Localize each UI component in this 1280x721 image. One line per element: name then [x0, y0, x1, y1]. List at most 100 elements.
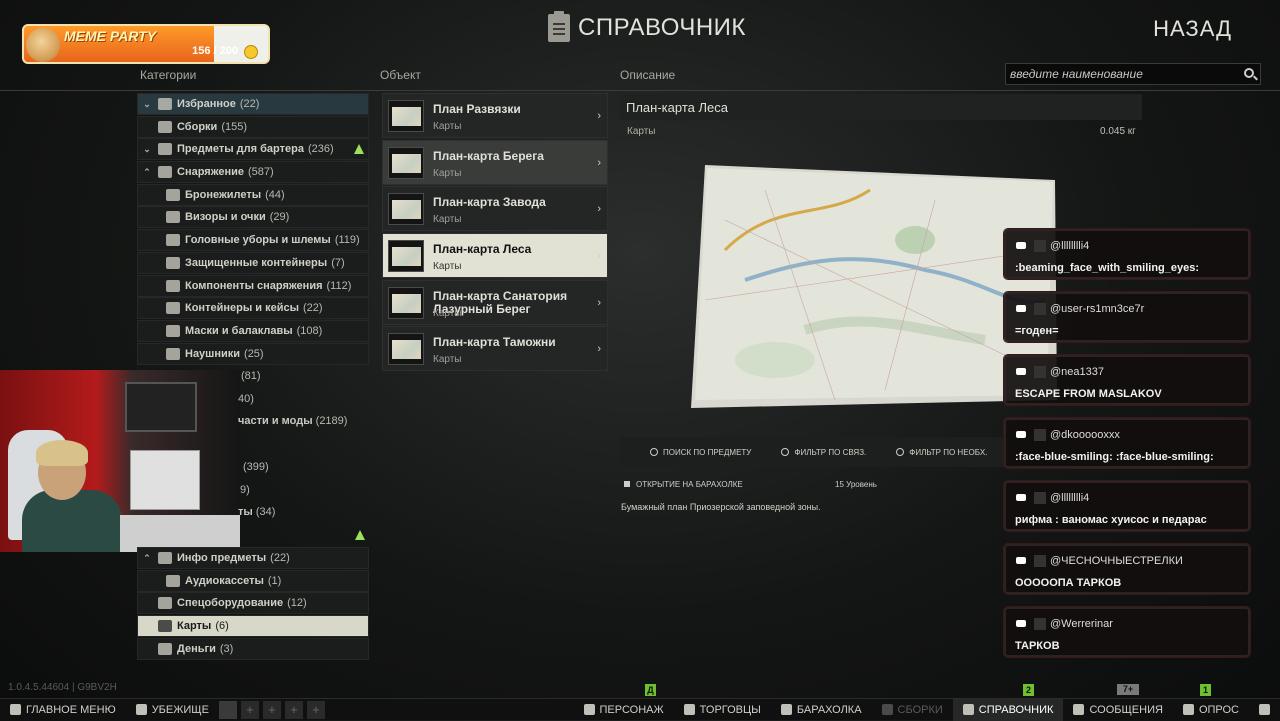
avatar [1034, 303, 1046, 315]
hideout-button[interactable]: УБЕЖИЩЕ [126, 699, 219, 721]
category-icon [158, 143, 172, 156]
quick-slot-add[interactable]: + [240, 700, 259, 719]
quick-slot-add[interactable]: + [262, 700, 281, 719]
chevron-icon[interactable]: ⌄ [142, 144, 152, 155]
object-type: Карты [433, 214, 462, 226]
warning-icon [354, 144, 364, 155]
category-icon [166, 211, 180, 224]
back-button[interactable]: НАЗАД [1153, 16, 1232, 42]
chevron-icon[interactable]: ⌄ [142, 99, 152, 110]
category-count: (44) [265, 188, 285, 201]
category-icon [166, 347, 180, 360]
object-heading: Объект [380, 68, 421, 82]
category-icon [158, 120, 172, 133]
chat-text: :face-blue-smiling: :face-blue-smiling: [1015, 451, 1214, 463]
category-peek[interactable]: 40) [238, 393, 254, 405]
settings-button[interactable] [1249, 699, 1280, 721]
survey-button[interactable]: ОПРОС [1173, 699, 1249, 721]
chevron-right-icon: › [597, 110, 601, 122]
category-peek[interactable]: 9) [240, 484, 250, 496]
object-item[interactable]: План-карта Берега Карты › [382, 139, 608, 185]
category-icon [158, 597, 172, 610]
survey-notification-badge: 1 [1200, 684, 1211, 696]
category-item[interactable]: Спецоборудование (12) [137, 592, 369, 615]
category-count: (155) [221, 120, 247, 133]
avatar [1034, 366, 1046, 378]
builds-button[interactable]: СБОРКИ [872, 699, 953, 721]
handbook-button[interactable]: СПРАВОЧНИК [952, 698, 1064, 721]
chevron-right-icon: › [597, 203, 601, 216]
messages-button[interactable]: СООБЩЕНИЯ [1063, 699, 1172, 721]
object-item[interactable]: План-карта Санатория Лазурный Берег Карты… [382, 279, 608, 325]
category-item[interactable]: Бронежилеты (44) [137, 183, 369, 206]
search-input[interactable] [1006, 64, 1236, 84]
category-label: Аудиокассеты [185, 574, 264, 587]
description-title-bar: План-карта Леса [620, 94, 1142, 120]
chevron-icon[interactable]: ⌃ [142, 553, 152, 564]
category-item[interactable]: ⌄ Избранное (22) [137, 93, 369, 115]
category-item[interactable]: Наушники (25) [137, 342, 369, 365]
traders-button[interactable]: ТОРГОВЦЫ [674, 699, 771, 721]
category-label: Бронежилеты [185, 188, 262, 201]
category-label: Инфо предметы [177, 552, 267, 564]
chat-message: @lllllllli4 рифма : ваномас хуисос и педа… [1004, 481, 1250, 531]
category-item[interactable]: ⌃ Инфо предметы (22) [137, 547, 369, 569]
quick-slot-profile[interactable] [218, 700, 237, 719]
category-label: Сборки [177, 120, 218, 133]
category-item[interactable]: Головные уборы и шлемы (119) [137, 229, 369, 252]
category-label: Предметы для бартера [177, 143, 304, 156]
category-icon [166, 256, 180, 269]
chat-username: @nea1337 [1050, 366, 1104, 378]
category-item[interactable]: Компоненты снаряжения (112) [137, 274, 369, 297]
warning-icon [355, 530, 365, 540]
chat-username: @Werrerinar [1050, 618, 1113, 630]
filter-by-link-button[interactable]: ФИЛЬТР ПО СВЯЗ. [781, 448, 866, 457]
category-peek[interactable]: ты (34) [238, 506, 275, 518]
filter-by-need-button[interactable]: ФИЛЬТР ПО НЕОБХ. [896, 448, 987, 457]
object-item[interactable]: План-карта Завода Карты › [382, 186, 608, 232]
category-count: (108) [296, 324, 323, 337]
category-item[interactable]: ⌃ Снаряжение (587) [137, 161, 369, 184]
quick-slot-add[interactable]: + [284, 700, 303, 719]
category-count: (1) [267, 574, 282, 587]
category-count: (29) [269, 211, 290, 224]
category-item[interactable]: Сборки (155) [137, 115, 369, 138]
object-item[interactable]: План Развязки Карты › [382, 93, 608, 138]
header-divider [0, 90, 1280, 91]
category-item[interactable]: Защищенные контейнеры (7) [137, 251, 369, 274]
chat-username: @dkoooooxxx [1050, 429, 1120, 441]
chevron-icon[interactable]: ⌃ [142, 167, 152, 178]
flea-market-button[interactable]: БАРАХОЛКА [771, 699, 872, 721]
category-item[interactable]: ⌄ Предметы для бартера (236) [137, 138, 369, 161]
object-item[interactable]: План-карта Таможни Карты › [382, 326, 608, 372]
object-name: План-карта Леса [433, 242, 532, 257]
character-icon [583, 704, 595, 715]
category-peek[interactable]: (81) [241, 370, 261, 382]
category-item[interactable]: Контейнеры и кейсы (22) [137, 297, 369, 320]
search-icon[interactable] [1244, 68, 1254, 78]
search-field[interactable] [1005, 63, 1261, 85]
messages-notification-badge: 2 [1023, 684, 1034, 696]
chat-message: @user-rs1mn3ce7r =годен= [1004, 292, 1250, 342]
category-peek[interactable]: (399) [243, 461, 269, 473]
category-icon [166, 324, 180, 337]
avatar [1034, 618, 1046, 630]
character-button[interactable]: ПЕРСОНАЖ [574, 699, 674, 721]
search-by-item-button[interactable]: ПОИСК ПО ПРЕДМЕТУ [650, 448, 751, 457]
main-menu-button[interactable]: ГЛАВНОЕ МЕНЮ [0, 699, 126, 721]
quick-slot-add[interactable]: + [306, 700, 325, 719]
category-peek[interactable]: части и моды (2189) [238, 415, 347, 427]
chat-message: @dkoooooxxx :face-blue-smiling: :face-blu… [1004, 418, 1250, 468]
object-type: Карты [433, 121, 462, 132]
category-label: Маски и балаклавы [185, 324, 293, 337]
category-item[interactable]: Деньги (3) [137, 637, 369, 660]
category-label: Головные уборы и шлемы [185, 234, 331, 247]
bottom-navigation: ГЛАВНОЕ МЕНЮ УБЕЖИЩЕ + + + + ПЕРСОНАЖ ТО… [0, 698, 1280, 721]
category-item[interactable]: Визоры и очки (29) [137, 206, 369, 229]
handbook-icon [548, 11, 570, 42]
object-item[interactable]: План-карта Леса Карты › [382, 233, 608, 279]
category-item[interactable]: Карты (6) [137, 615, 369, 638]
category-item[interactable]: Маски и балаклавы (108) [137, 319, 369, 342]
item-title: План-карта Леса [626, 100, 728, 115]
category-item[interactable]: Аудиокассеты (1) [137, 569, 369, 592]
